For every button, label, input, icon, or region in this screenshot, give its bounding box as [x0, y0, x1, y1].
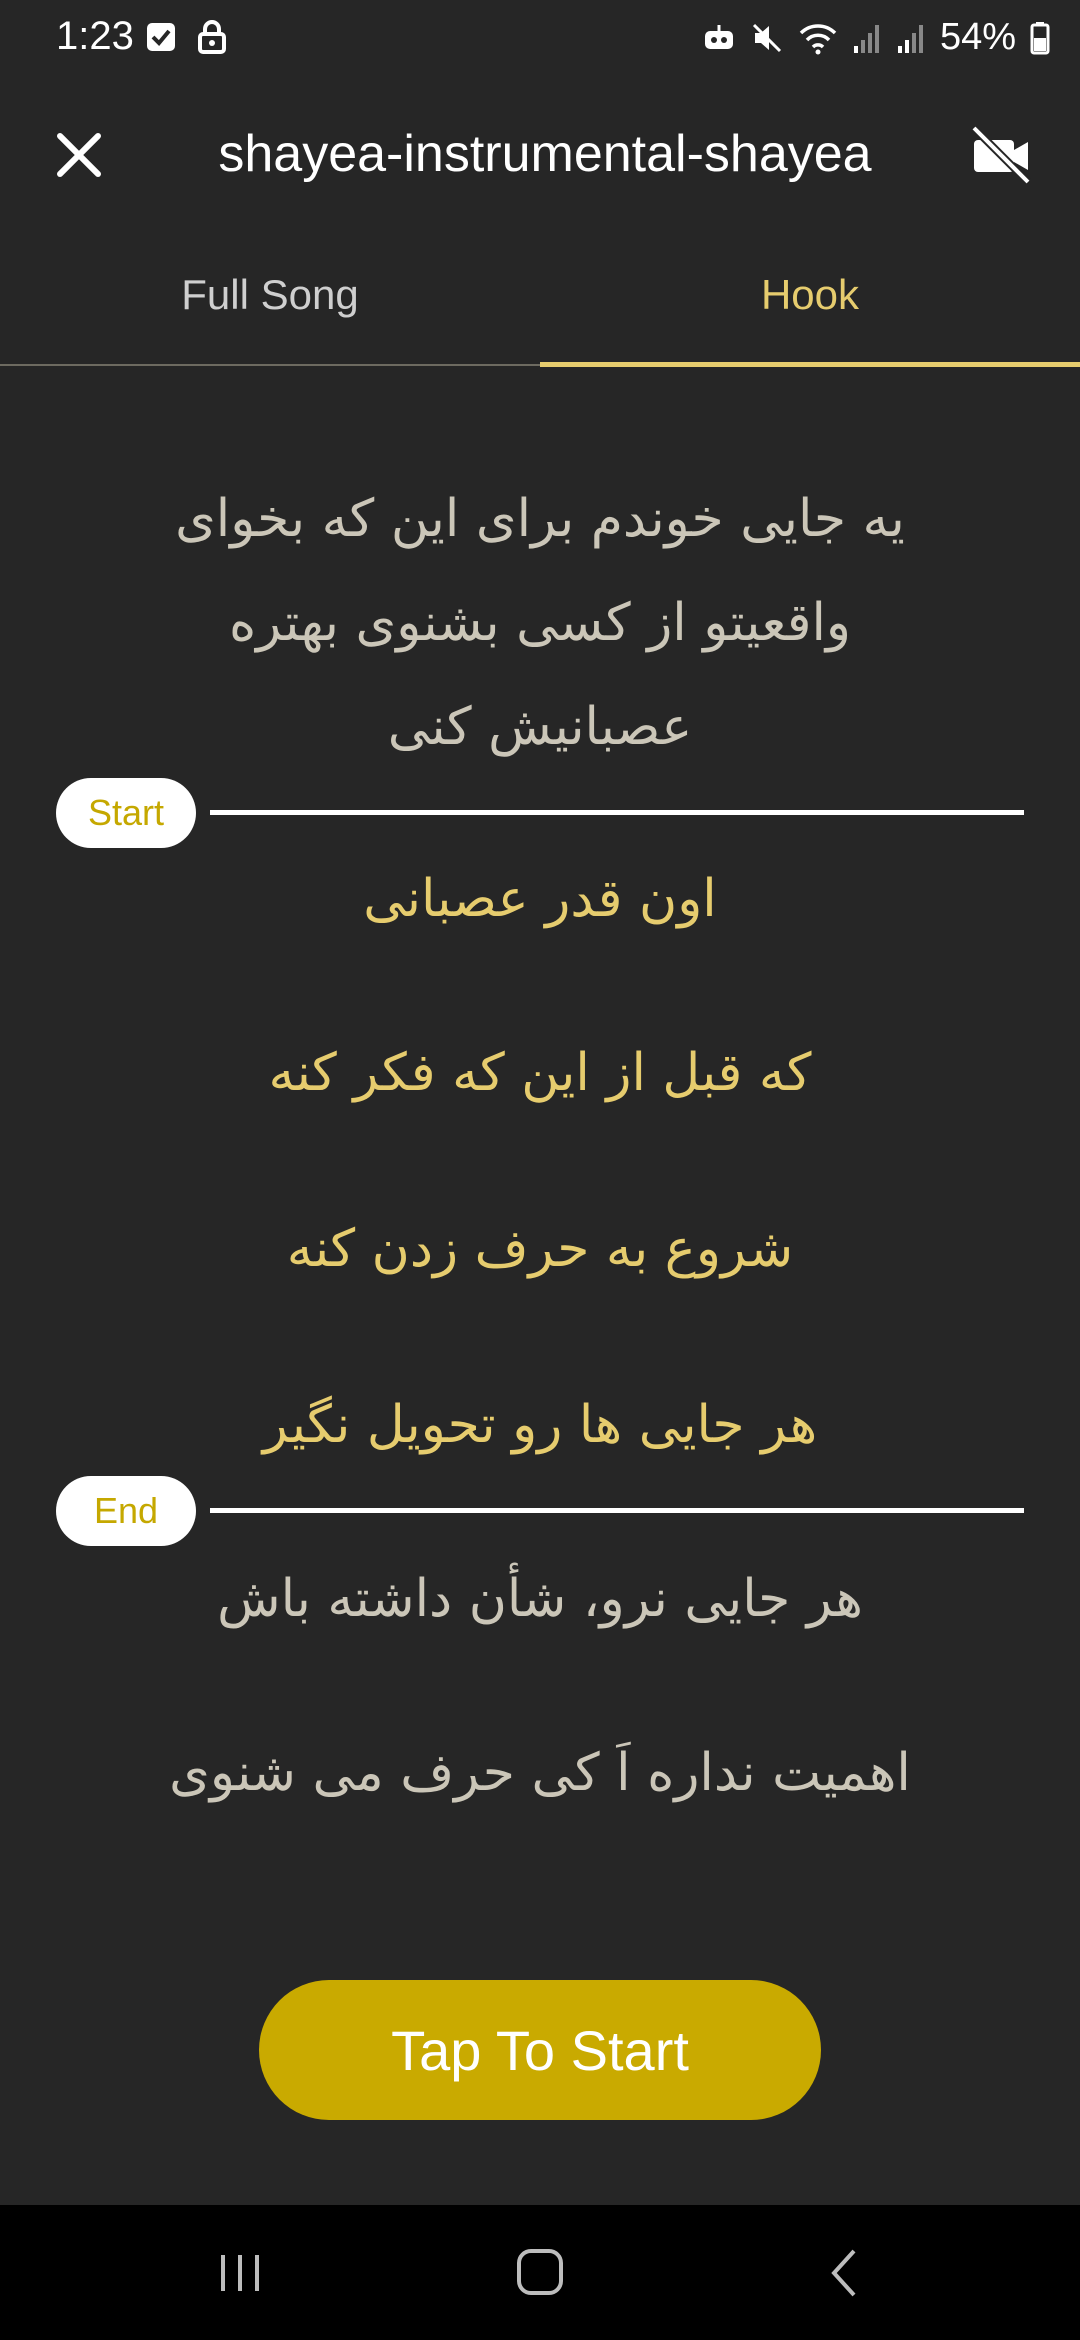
end-marker-handle[interactable]: End — [56, 1476, 196, 1546]
battery-icon — [1030, 21, 1050, 54]
hook-lyric-line: شروع به حرف زدن کنه — [286, 1219, 794, 1279]
wifi-icon — [799, 23, 837, 54]
app-header: shayea-instrumental-shayea — [0, 84, 1080, 224]
video-off-icon[interactable] — [968, 122, 1034, 188]
page-title: shayea-instrumental-shayea — [218, 125, 872, 183]
lyric-line: اهمیت نداره اَ کی حرف می شنوی — [169, 1743, 911, 1803]
lock-icon — [198, 20, 226, 54]
end-marker-line — [210, 1508, 1024, 1513]
status-time: 1:23 — [56, 14, 134, 58]
tab-active-indicator — [540, 362, 1080, 367]
hook-lyric-line: اون قدر عصبانی — [363, 869, 717, 929]
home-icon[interactable] — [505, 2241, 575, 2305]
signal-icon-2 — [897, 24, 923, 53]
lyric-line: یه جایی خوندم برای این که بخوای — [175, 489, 905, 549]
checkbox-notification-icon — [147, 23, 175, 51]
lyric-line: واقعیتو از کسی بشنوی بهتره — [228, 593, 852, 653]
start-marker-line — [210, 810, 1024, 815]
signal-icon — [853, 24, 879, 53]
tab-hook[interactable]: Hook — [540, 224, 1080, 366]
status-bar: 1:23 54% — [0, 0, 1080, 84]
tab-full-song[interactable]: Full Song — [0, 224, 540, 366]
battery-percent: 54% — [939, 16, 1016, 58]
hook-lyric-line: هر جایی ها رو تحویل نگیر — [262, 1395, 818, 1455]
lyric-line: عصبانیش کنی — [387, 697, 693, 757]
android-robot-icon — [704, 24, 733, 49]
lyric-line: هر جایی نرو، شأن داشته باش — [217, 1569, 863, 1629]
back-icon[interactable] — [810, 2241, 880, 2305]
tap-to-start-button[interactable]: Tap To Start — [259, 1980, 821, 2120]
tab-bar: Full Song Hook — [0, 224, 1080, 367]
close-icon[interactable] — [46, 122, 112, 188]
start-marker-handle[interactable]: Start — [56, 778, 196, 848]
mute-icon — [752, 23, 781, 52]
tab-divider — [0, 364, 540, 366]
hook-lyric-line: که قبل از این که فکر کنه — [268, 1043, 812, 1103]
recent-apps-icon[interactable] — [205, 2241, 275, 2305]
system-nav-bar — [0, 2205, 1080, 2340]
